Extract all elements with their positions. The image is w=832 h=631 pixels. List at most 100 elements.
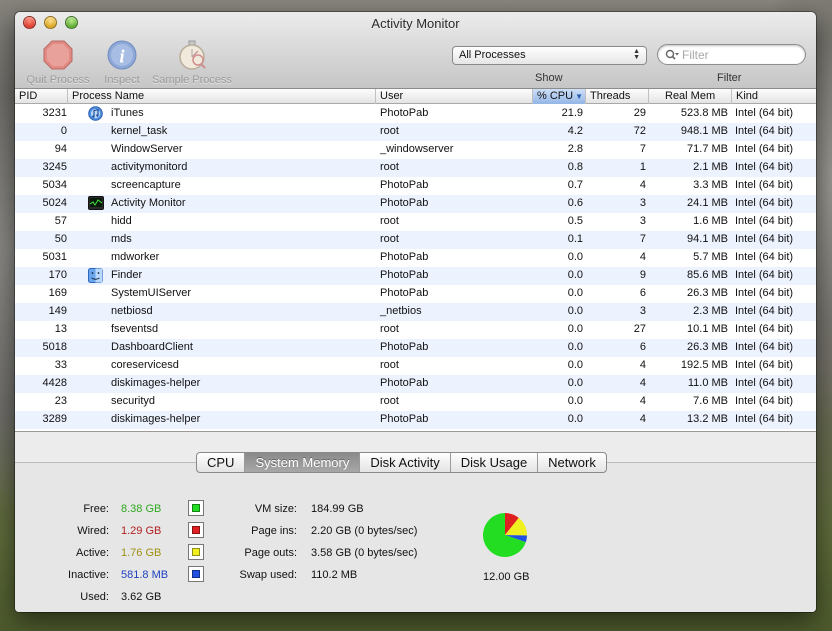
table-row[interactable]: 170 Finder PhotoPab 0.0 9 85.6 MB Intel (64 bi… (15, 267, 816, 285)
column-header-pid[interactable]: PID (15, 89, 68, 104)
column-header-cpu[interactable]: % CPU ▼ (533, 89, 586, 104)
kind-cell: Intel (64 bit) (735, 359, 794, 371)
inspect-label: Inspect (104, 74, 140, 86)
kind-cell: Intel (64 bit) (735, 161, 794, 173)
column-header-kind[interactable]: Kind (732, 89, 816, 104)
threads-cell: 4 (639, 251, 646, 263)
threads-cell: 3 (639, 197, 646, 209)
kind-cell: Intel (64 bit) (735, 179, 794, 191)
pid-cell: 3245 (42, 161, 67, 173)
real-mem-cell: 94.1 MB (687, 233, 728, 245)
used-value: 3.62 GB (121, 591, 162, 603)
filter-search-field[interactable]: Filter (657, 44, 806, 65)
sample-process-button[interactable]: Sample Process (149, 40, 235, 86)
tab-system-memory[interactable]: System Memory (245, 453, 361, 472)
filter-label: Filter (717, 72, 742, 84)
pid-cell: 0 (60, 125, 67, 137)
pid-cell: 3289 (42, 413, 67, 425)
kind-header-label: Kind (736, 90, 759, 102)
table-row[interactable]: 23 securityd root 0.0 4 7.6 MB Intel (64 bit) (15, 393, 816, 411)
table-row[interactable]: 3231 iTunes PhotoPab 21.9 29 523.8 MB Intel (6… (15, 105, 816, 123)
system-memory-panel: Free: 8.38 GB Wired: 1.29 GB Active: 1.7… (15, 462, 816, 612)
pid-cell: 149 (48, 305, 67, 317)
table-row[interactable]: 57 hidd root 0.5 3 1.6 MB Intel (64 bit) (15, 213, 816, 231)
free-label: Free: (83, 503, 109, 515)
activity-monitor-window: Activity Monitor Quit Process i Inspect (15, 12, 816, 612)
column-header-process-name[interactable]: Process Name (68, 89, 376, 104)
toolbar: Activity Monitor Quit Process i Inspect (15, 12, 816, 89)
process-name-cell: fseventsd (111, 323, 159, 335)
kind-cell: Intel (64 bit) (735, 341, 794, 353)
real-mem-cell: 523.8 MB (680, 107, 728, 119)
table-row[interactable]: 5034 screencapture PhotoPab 0.7 4 3.3 MB Intel… (15, 177, 816, 195)
tab-network[interactable]: Network (538, 453, 606, 472)
used-label: Used: (80, 591, 109, 603)
user-cell: root (380, 233, 399, 245)
active-label: Active: (75, 547, 109, 559)
itunes-icon (88, 106, 104, 121)
real-mem-cell: 3.3 MB (693, 179, 728, 191)
threads-cell: 3 (639, 305, 646, 317)
column-header-user[interactable]: User (376, 89, 533, 104)
threads-cell: 4 (639, 359, 646, 371)
cpu-cell: 0.5 (567, 215, 583, 227)
table-row[interactable]: 0 kernel_task root 4.2 72 948.1 MB Intel (64 b… (15, 123, 816, 141)
real-mem-cell: 26.3 MB (687, 287, 728, 299)
threads-cell: 72 (633, 125, 646, 137)
pid-cell: 5031 (42, 251, 67, 263)
column-header-threads[interactable]: Threads (586, 89, 649, 104)
pid-header-label: PID (19, 90, 38, 102)
real-mem-cell: 71.7 MB (687, 143, 728, 155)
threads-cell: 9 (639, 269, 646, 281)
kind-cell: Intel (64 bit) (735, 305, 794, 317)
table-header: PID Process Name User % CPU ▼ Threads Rea… (15, 89, 816, 104)
quit-process-button[interactable]: Quit Process (23, 40, 93, 86)
table-row[interactable]: 94 WindowServer _windowserver 2.8 7 71.7 MB In… (15, 141, 816, 159)
process-name-cell: diskimages-helper (111, 413, 201, 425)
user-cell: _netbios (380, 305, 422, 317)
table-row[interactable]: 50 mds root 0.1 7 94.1 MB Intel (64 bit) (15, 231, 816, 249)
user-cell: PhotoPab (380, 251, 429, 263)
process-name-cell: Activity Monitor (111, 197, 186, 209)
user-cell: PhotoPab (380, 413, 429, 425)
table-row[interactable]: 169 SystemUIServer PhotoPab 0.0 6 26.3 MB Inte… (15, 285, 816, 303)
real-mem-cell: 24.1 MB (687, 197, 728, 209)
table-body: 3231 iTunes PhotoPab 21.9 29 523.8 MB Intel (6… (15, 105, 816, 429)
cpu-header-label: % CPU (537, 90, 574, 102)
pid-cell: 170 (48, 269, 67, 281)
page-ins-value: 2.20 GB (0 bytes/sec) (311, 525, 418, 537)
cpu-cell: 0.0 (567, 413, 583, 425)
column-header-real-mem[interactable]: Real Mem (649, 89, 732, 104)
kind-cell: Intel (64 bit) (735, 323, 794, 335)
user-cell: root (380, 323, 399, 335)
user-cell: root (380, 161, 399, 173)
process-name-cell: kernel_task (111, 125, 168, 137)
threads-cell: 27 (633, 323, 646, 335)
table-row[interactable]: 4428 diskimages-helper PhotoPab 0.0 4 11.0 MB… (15, 375, 816, 393)
table-row[interactable]: 5018 DashboardClient PhotoPab 0.0 6 26.3 MB In… (15, 339, 816, 357)
table-row[interactable]: 3289 diskimages-helper PhotoPab 0.0 4 13.2 MB… (15, 411, 816, 429)
tab-disk-activity[interactable]: Disk Activity (360, 453, 451, 472)
swap-used-value: 110.2 MB (311, 569, 358, 581)
table-row[interactable]: 33 coreservicesd root 0.0 4 192.5 MB Intel (64… (15, 357, 816, 375)
table-row[interactable]: 149 netbiosd _netbios 0.0 3 2.3 MB Intel (64 b… (15, 303, 816, 321)
cpu-cell: 0.0 (567, 323, 583, 335)
threads-cell: 1 (639, 161, 646, 173)
inspect-button[interactable]: i Inspect (99, 40, 145, 86)
process-name-cell: diskimages-helper (111, 377, 201, 389)
table-row[interactable]: 3245 activitymonitord root 0.8 1 2.1 MB Intel … (15, 159, 816, 177)
process-name-header-label: Process Name (72, 90, 145, 102)
show-processes-select[interactable]: All Processes ▲ ▼ (452, 46, 647, 65)
page-outs-value: 3.58 GB (0 bytes/sec) (311, 547, 418, 559)
cpu-cell: 0.7 (567, 179, 583, 191)
table-row[interactable]: 13 fseventsd root 0.0 27 10.1 MB Intel (64 bit… (15, 321, 816, 339)
tab-disk-usage[interactable]: Disk Usage (451, 453, 539, 472)
table-row[interactable]: 5031 mdworker PhotoPab 0.0 4 5.7 MB Intel (64 … (15, 249, 816, 267)
user-cell: PhotoPab (380, 341, 429, 353)
table-row[interactable]: 5024 Activity Monitor PhotoPab 0.6 3 24.1 MB I… (15, 195, 816, 213)
tab-cpu[interactable]: CPU (197, 453, 246, 472)
real-mem-cell: 10.1 MB (687, 323, 728, 335)
process-name-cell: netbiosd (111, 305, 153, 317)
vm-size-value: 184.99 GB (311, 503, 364, 515)
page-outs-label: Page outs: (244, 547, 297, 559)
